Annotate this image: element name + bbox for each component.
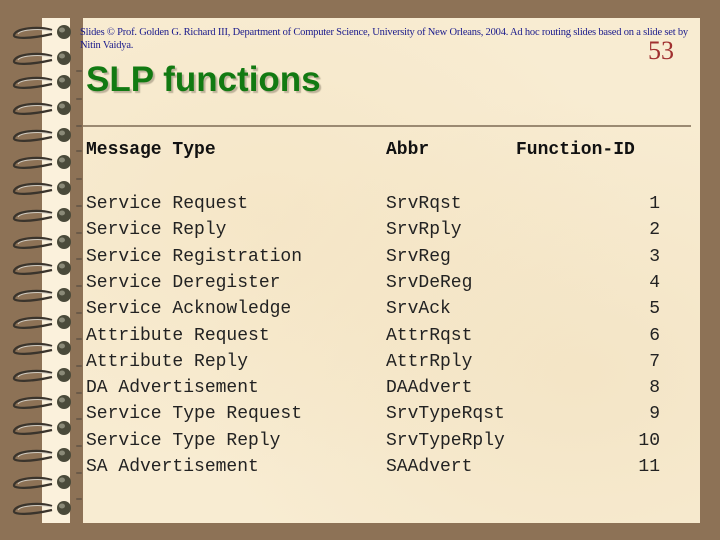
abbr-cell: SrvTypeRply (386, 431, 505, 451)
binding-hole-mark (76, 365, 82, 367)
spiral-ring-icon (8, 365, 72, 387)
abbr-cell: SrvAck (386, 299, 451, 319)
binding-hole-mark (76, 150, 82, 152)
message-type-cell: Attribute Request (86, 326, 270, 346)
title-divider (83, 125, 691, 127)
binding-hole-mark (76, 205, 82, 207)
spiral-ring-icon (8, 392, 72, 414)
slide-credit: Slides © Prof. Golden G. Richard III, De… (80, 27, 688, 51)
function-id-cell: 3 (649, 247, 660, 267)
function-id-cell: 9 (649, 404, 660, 424)
spiral-ring-icon (8, 312, 72, 334)
message-type-cell: Service Reply (86, 220, 227, 240)
message-type-cell: Service Deregister (86, 273, 281, 293)
spiral-ring-icon (8, 178, 72, 200)
function-id-cell: 6 (649, 326, 660, 346)
abbr-cell: AttrRqst (386, 326, 473, 346)
function-id-cell: 10 (638, 431, 660, 451)
spiral-ring-icon (8, 125, 72, 147)
spiral-ring-icon (8, 338, 72, 360)
spiral-ring-icon (8, 472, 72, 494)
abbr-cell: SAAdvert (386, 457, 473, 477)
spiral-ring-icon (8, 498, 72, 520)
binding-hole-mark (76, 98, 82, 100)
function-id-cell: 5 (649, 299, 660, 319)
function-id-cell: 8 (649, 378, 660, 398)
abbr-cell: SrvRqst (386, 194, 462, 214)
abbr-cell: SrvTypeRqst (386, 404, 505, 424)
binding-hole-mark (76, 445, 82, 447)
spiral-ring-icon (8, 48, 72, 70)
abbr-cell: SrvReg (386, 247, 451, 267)
message-type-cell: Service Registration (86, 247, 303, 267)
message-type-cell: Service Request (86, 194, 249, 214)
spiral-ring-icon (8, 285, 72, 307)
abbr-cell: AttrRply (386, 352, 473, 372)
abbr-cell: SrvDeReg (386, 273, 473, 293)
function-id-cell: 2 (649, 220, 660, 240)
binding-hole-mark (76, 258, 82, 260)
function-id-cell: 11 (638, 457, 660, 477)
function-id-cell: 4 (649, 273, 660, 293)
column-header-abbr: Abbr (386, 140, 430, 160)
message-type-cell: Service Type Reply (86, 431, 281, 451)
slide-title: SLP functions (86, 60, 321, 99)
binding-hole-mark (76, 498, 82, 500)
function-id-cell: 7 (649, 352, 660, 372)
binding-hole-mark (76, 70, 82, 72)
spiral-ring-icon (8, 152, 72, 174)
binding-hole-mark (76, 125, 82, 127)
slide-number: 53 (648, 36, 674, 65)
spiral-ring-icon (8, 445, 72, 467)
binding-hole-mark (76, 338, 82, 340)
spiral-ring-icon (8, 232, 72, 254)
spiral-ring-icon (8, 72, 72, 94)
binding-hole-mark (76, 232, 82, 234)
binding-hole-mark (76, 285, 82, 287)
binding-hole-mark (76, 418, 82, 420)
spiral-ring-icon (8, 22, 72, 44)
spiral-ring-icon (8, 258, 72, 280)
message-type-cell: SA Advertisement (86, 457, 259, 477)
abbr-cell: DAAdvert (386, 378, 473, 398)
function-id-cell: 1 (649, 194, 660, 214)
spiral-ring-icon (8, 205, 72, 227)
message-type-cell: Service Acknowledge (86, 299, 292, 319)
column-header-message-type: Message Type (86, 140, 216, 160)
binding-hole-mark (76, 312, 82, 314)
binding-hole-mark (76, 392, 82, 394)
message-type-cell: Service Type Request (86, 404, 303, 424)
abbr-cell: SrvRply (386, 220, 462, 240)
message-type-cell: Attribute Reply (86, 352, 249, 372)
column-header-function-id: Function-ID (516, 140, 635, 160)
binding-hole-mark (76, 178, 82, 180)
spiral-ring-icon (8, 418, 72, 440)
binding-hole-mark (76, 472, 82, 474)
spiral-ring-icon (8, 98, 72, 120)
message-type-cell: DA Advertisement (86, 378, 259, 398)
